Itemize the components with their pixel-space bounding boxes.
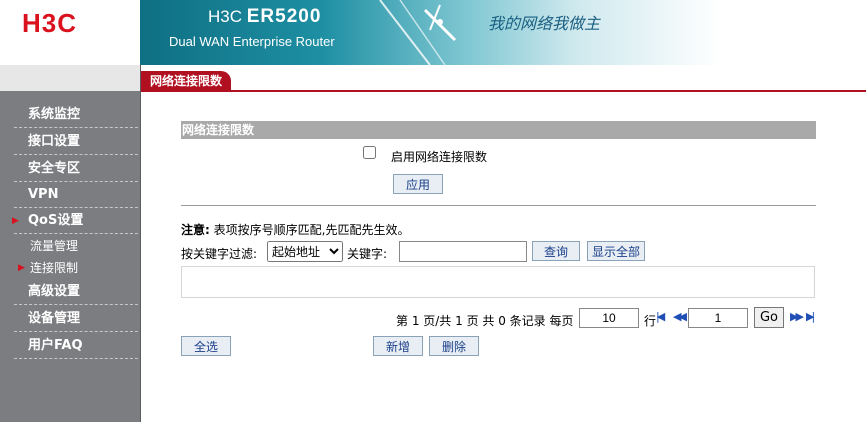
note: 注意: 表项按序号顺序匹配,先匹配先生效。 xyxy=(181,221,409,238)
nav-qos-settings[interactable]: ▶ QoS设置 xyxy=(12,209,138,234)
header-banner: H3C ER5200 Dual WAN Enterprise Router 我的… xyxy=(140,0,866,65)
nav-label: QoS设置 xyxy=(28,213,84,228)
column-header-operation: 操作 xyxy=(186,271,213,290)
nav-label: 设备管理 xyxy=(28,311,81,326)
rows-per-page-input[interactable] xyxy=(579,308,639,328)
search-button[interactable]: 查询 xyxy=(532,241,580,261)
tab-underline xyxy=(141,90,866,92)
active-arrow-icon: ▶ xyxy=(18,263,25,273)
note-prefix: 注意: xyxy=(181,223,210,237)
column-header-ip-start: IP起始地址 xyxy=(238,271,304,290)
show-all-button[interactable]: 显示全部 xyxy=(587,241,645,261)
tab-bar: 网络连接限数 xyxy=(141,65,866,92)
enable-connection-limit-label: 启用网络连接限数 xyxy=(391,150,488,164)
rules-table: 操作 序号 IP起始地址 IP结束地址 网络连接数上限 描述 xyxy=(181,266,815,298)
nav-label: 系统监控 xyxy=(28,107,81,122)
column-header-ip-end: IP结束地址 xyxy=(304,271,370,290)
previous-page-icon[interactable]: ◀◀ xyxy=(673,310,687,323)
h3c-logo: H3C xyxy=(22,8,78,38)
sidebar-top-band xyxy=(0,65,140,91)
pager-summary: 第 1 页/共 1 页 共 0 条记录 每页 xyxy=(396,314,574,328)
column-header-description: 描述 xyxy=(623,274,646,287)
keyword-label: 关键字: xyxy=(347,247,388,261)
subnav-connection-limit[interactable]: ▶ 连接限制 xyxy=(18,258,79,278)
note-text: 表项按序号顺序匹配,先匹配先生效。 xyxy=(213,223,410,237)
subnav-label: 流量管理 xyxy=(30,239,79,253)
nav-device-management[interactable]: 设备管理 xyxy=(14,307,138,332)
first-page-icon[interactable]: |◀ xyxy=(656,310,665,323)
nav-label: 高级设置 xyxy=(28,284,81,299)
nav-interface-settings[interactable]: 接口设置 xyxy=(14,130,138,155)
delete-button[interactable]: 删除 xyxy=(429,336,479,356)
apply-button[interactable]: 应用 xyxy=(393,174,443,194)
nav-label: 接口设置 xyxy=(28,134,81,149)
model-prefix: H3C xyxy=(208,7,243,26)
divider xyxy=(181,205,816,206)
section-title: 网络连接限数 xyxy=(181,121,816,139)
nav-advanced-settings[interactable]: 高级设置 xyxy=(14,280,138,305)
page-number-input[interactable] xyxy=(688,308,748,328)
section-title-text: 网络连接限数 xyxy=(182,123,255,137)
tab-connection-limit[interactable]: 网络连接限数 xyxy=(141,71,231,92)
expanded-arrow-icon: ▶ xyxy=(12,216,19,226)
slogan: 我的网络我做主 xyxy=(488,14,601,33)
filter-field-select[interactable]: 起始地址 xyxy=(267,241,343,262)
nav-label: 安全专区 xyxy=(28,161,81,176)
nav-user-faq[interactable]: 用户FAQ xyxy=(14,334,138,359)
rows-label: 行 xyxy=(644,314,657,328)
logo-area: H3C xyxy=(0,0,140,65)
subnav-label: 连接限制 xyxy=(30,261,79,275)
select-all-button[interactable]: 全选 xyxy=(181,336,231,356)
next-page-icon[interactable]: ▶▶ xyxy=(790,310,804,323)
enable-connection-limit-checkbox[interactable] xyxy=(363,146,376,159)
router-subtitle: Dual WAN Enterprise Router xyxy=(169,34,335,49)
last-page-icon[interactable]: ▶| xyxy=(806,310,815,323)
subnav-traffic-management[interactable]: 流量管理 xyxy=(30,236,78,256)
add-button[interactable]: 新增 xyxy=(373,336,423,356)
nav-security-zone[interactable]: 安全专区 xyxy=(14,157,138,182)
model-number: ER5200 xyxy=(246,6,322,27)
nav-label: VPN xyxy=(28,187,59,202)
router-model: H3C ER5200 xyxy=(208,6,321,28)
column-header-max-connections: 网络连接数上限 xyxy=(370,271,457,290)
filter-label: 按关键字过滤: xyxy=(181,247,258,261)
sidebar: 系统监控 接口设置 安全专区 VPN ▶ QoS设置 流量管理 ▶ 连接限制 高… xyxy=(0,65,141,422)
column-header-index: 序号 xyxy=(213,271,238,290)
nav-system-monitor[interactable]: 系统监控 xyxy=(14,103,138,128)
header: H3C H3C ER5200 Dual WAN Enterprise Route… xyxy=(0,0,866,65)
go-button[interactable]: Go xyxy=(754,307,784,328)
nav-label: 用户FAQ xyxy=(28,338,83,353)
keyword-input[interactable] xyxy=(399,241,527,262)
nav-vpn[interactable]: VPN xyxy=(14,183,138,208)
